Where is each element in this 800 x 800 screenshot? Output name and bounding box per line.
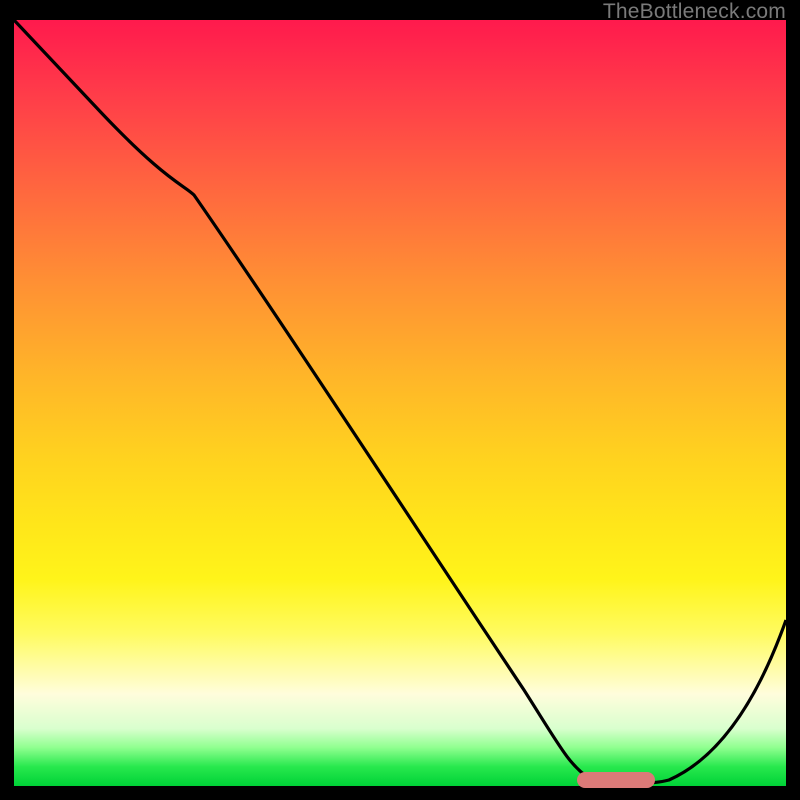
watermark-text: TheBottleneck.com bbox=[603, 0, 786, 24]
bottleneck-curve bbox=[14, 20, 786, 786]
chart-frame bbox=[14, 20, 786, 786]
optimal-range-marker bbox=[577, 772, 655, 788]
